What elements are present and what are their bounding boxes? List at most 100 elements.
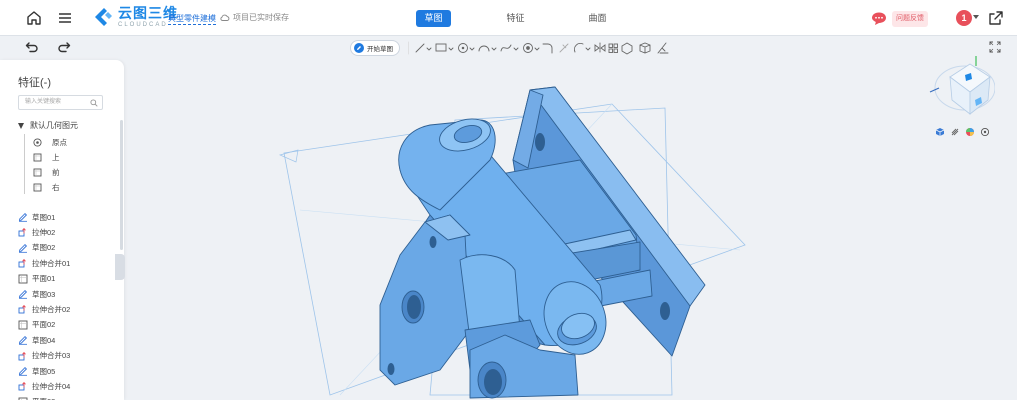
feature-item[interactable]: 拉伸02 bbox=[18, 226, 55, 238]
feature-search-input[interactable]: 输入关键搜索 bbox=[18, 95, 103, 110]
extrude-icon bbox=[18, 381, 28, 391]
document-title[interactable]: 典型零件建模 bbox=[168, 13, 216, 25]
feature-item-label: 草图01 bbox=[32, 212, 56, 222]
undo-icon[interactable] bbox=[25, 41, 39, 53]
part-left-lug bbox=[379, 214, 471, 386]
chevron-down-icon[interactable] bbox=[973, 15, 979, 19]
extrude-icon bbox=[18, 304, 28, 314]
sketch-icon bbox=[18, 366, 28, 376]
feature-item-label: 拉伸02 bbox=[32, 227, 56, 237]
tree-item-label: 上 bbox=[52, 152, 60, 162]
3d-viewport[interactable] bbox=[125, 36, 1017, 400]
edit-history-bar bbox=[0, 36, 125, 60]
expand-caret-icon[interactable] bbox=[18, 122, 24, 129]
tree-item-front-plane[interactable]: 前 bbox=[32, 166, 60, 178]
spline-icon bbox=[500, 44, 519, 52]
rectangle-icon bbox=[435, 43, 454, 52]
feature-item[interactable]: 草图02 bbox=[18, 242, 55, 254]
feature-item-label: 草图02 bbox=[32, 243, 56, 253]
panel-scrollbar[interactable] bbox=[120, 120, 123, 250]
pencil-icon bbox=[354, 43, 364, 53]
extrude-icon bbox=[18, 258, 28, 268]
tab-sketch[interactable]: 草图 bbox=[416, 10, 451, 27]
feature-item-label: 草图04 bbox=[32, 335, 56, 345]
fillet-icon bbox=[542, 43, 553, 54]
feature-item[interactable]: 平面02 bbox=[18, 319, 55, 331]
feature-item[interactable]: 平面03 bbox=[18, 396, 55, 400]
settings-icon[interactable] bbox=[980, 124, 990, 137]
tree-item-label: 右 bbox=[52, 182, 60, 192]
search-icon[interactable] bbox=[90, 99, 98, 107]
feature-item-label: 草图05 bbox=[32, 366, 56, 376]
feature-item-label: 拉伸合并01 bbox=[32, 258, 71, 268]
tree-group-default-geometry[interactable]: 默认几何图元 bbox=[18, 120, 78, 131]
section-icon[interactable] bbox=[950, 124, 960, 136]
plane-icon bbox=[18, 320, 28, 330]
avatar[interactable]: 1 bbox=[956, 10, 972, 26]
appearance-icon[interactable] bbox=[965, 124, 975, 136]
pattern-icon bbox=[608, 43, 618, 53]
view-cube[interactable] bbox=[925, 52, 995, 120]
cloudcad-logo-icon bbox=[95, 8, 112, 26]
sketch-icon bbox=[18, 212, 28, 222]
display-mode-icon[interactable] bbox=[935, 124, 945, 136]
constraint-icon bbox=[621, 42, 633, 55]
arc-icon bbox=[478, 45, 497, 52]
chat-icon[interactable] bbox=[871, 11, 887, 26]
sketch-toolbar bbox=[408, 41, 669, 55]
feature-item[interactable]: 拉伸合并03 bbox=[18, 350, 70, 362]
redo-icon[interactable] bbox=[57, 41, 71, 53]
home-icon[interactable] bbox=[25, 9, 43, 27]
share-icon[interactable] bbox=[987, 9, 1005, 27]
tree-item-origin[interactable]: 原点 bbox=[32, 136, 67, 148]
plane-icon bbox=[18, 274, 28, 284]
feature-item-label: 拉伸合并02 bbox=[32, 304, 71, 314]
mirror-icon bbox=[594, 42, 606, 54]
feature-item[interactable]: 拉伸合并01 bbox=[18, 257, 70, 269]
feature-item[interactable]: 草图03 bbox=[18, 288, 55, 300]
feature-item-label: 平面01 bbox=[32, 274, 56, 284]
line-icon bbox=[415, 43, 432, 53]
feedback-button[interactable]: 问题反馈 bbox=[892, 11, 928, 27]
point-icon bbox=[523, 43, 540, 53]
save-status-text: 项目已实时保存 bbox=[233, 13, 289, 22]
plane-icon bbox=[32, 152, 42, 162]
origin-icon bbox=[32, 137, 42, 147]
fullscreen-icon[interactable] bbox=[989, 41, 1001, 53]
panel-title: 特征(-) bbox=[18, 77, 51, 89]
start-sketch-label: 开始草图 bbox=[367, 46, 393, 53]
feature-item-label: 平面02 bbox=[32, 320, 56, 330]
trim-icon bbox=[559, 43, 569, 53]
feature-item[interactable]: 拉伸合并04 bbox=[18, 380, 70, 392]
tree-group-label: 默认几何图元 bbox=[30, 121, 78, 130]
tab-feature[interactable]: 特征 bbox=[498, 10, 533, 27]
feature-item-label: 平面03 bbox=[32, 396, 55, 400]
tree-item-top-plane[interactable]: 上 bbox=[32, 151, 60, 163]
feature-item[interactable]: 草图05 bbox=[18, 365, 55, 377]
feature-item[interactable]: 草图04 bbox=[18, 334, 55, 346]
sketch-icon bbox=[18, 243, 28, 253]
circle-icon bbox=[458, 43, 475, 53]
cloud-save-icon bbox=[220, 14, 230, 21]
tree-item-right-plane[interactable]: 右 bbox=[32, 181, 60, 193]
measure-icon bbox=[657, 42, 669, 54]
tree-guide-line bbox=[24, 134, 25, 194]
feature-item-label: 拉伸合并03 bbox=[32, 351, 71, 361]
tab-surface[interactable]: 曲面 bbox=[580, 10, 615, 27]
app-logo[interactable]: 云图三维 CLOUDCAD bbox=[92, 6, 178, 28]
tree-item-label: 原点 bbox=[52, 137, 67, 147]
feature-item[interactable]: 拉伸合并02 bbox=[18, 303, 70, 315]
feature-item-label: 拉伸合并04 bbox=[32, 381, 71, 391]
feature-item[interactable]: 草图01 bbox=[18, 211, 55, 223]
feature-tree-panel: 特征(-) 输入关键搜索 默认几何图元 原点 上 前 右 草图01 拉伸02 草图0… bbox=[0, 60, 124, 400]
start-sketch-button[interactable]: 开始草图 bbox=[350, 40, 400, 56]
view-tools bbox=[935, 124, 990, 137]
offset-icon bbox=[574, 43, 591, 53]
sketch-icon bbox=[18, 335, 28, 345]
menu-icon[interactable] bbox=[56, 9, 74, 27]
search-placeholder: 输入关键搜索 bbox=[25, 99, 62, 105]
feature-item[interactable]: 平面01 bbox=[18, 273, 55, 285]
dimension-icon bbox=[639, 42, 651, 54]
tree-item-label: 前 bbox=[52, 167, 60, 177]
panel-collapse-handle[interactable] bbox=[115, 254, 125, 280]
